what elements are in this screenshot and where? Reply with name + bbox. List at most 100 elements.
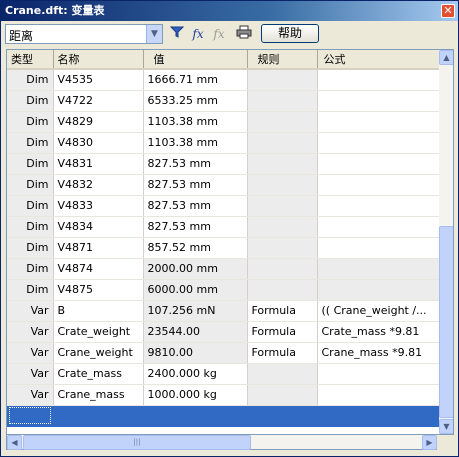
table-row[interactable]: Var Crate_weight 23544.00 Formula Crate_mass… [7, 321, 440, 343]
cell-rule[interactable]: Formula [247, 321, 318, 343]
cell-name[interactable]: V4875 [53, 279, 144, 301]
table-row[interactable]: Dim V4871 857.52 mm [7, 237, 440, 259]
cell-rule[interactable] [247, 69, 318, 91]
scroll-up-icon[interactable]: ▲ [439, 50, 453, 65]
vertical-scroll-thumb[interactable] [439, 226, 453, 418]
cell-name[interactable]: V4829 [53, 111, 144, 133]
cell-rule[interactable] [247, 405, 318, 427]
cell-formula[interactable] [317, 279, 440, 301]
cell-value[interactable]: 827.53 mm [143, 216, 248, 238]
cell-name[interactable]: Crane_mass [53, 384, 144, 406]
cell-name[interactable]: V4832 [53, 174, 144, 196]
column-header-formula[interactable]: 公式 [317, 50, 440, 70]
column-header-rule[interactable]: 规则 [247, 50, 318, 70]
filter-icon[interactable] [167, 25, 187, 43]
cell-name[interactable]: V4535 [53, 69, 144, 91]
table-row[interactable]: Var Crane_weight 9810.00 Formula Crane_mass … [7, 342, 440, 364]
cell-formula[interactable] [317, 237, 440, 259]
cell-formula[interactable]: Crane_mass *9.81 [317, 342, 440, 364]
cell-name[interactable]: V4833 [53, 195, 144, 217]
cell-value[interactable]: 6000.00 mm [143, 279, 248, 301]
cell-rule[interactable] [247, 195, 318, 217]
cell-name[interactable]: B [53, 300, 144, 322]
print-icon[interactable] [234, 25, 254, 43]
cell-name[interactable]: V4874 [53, 258, 144, 280]
cell-rule[interactable] [247, 363, 318, 385]
cell-formula[interactable]: Crate_mass *9.81 [317, 321, 440, 343]
fx-disabled-icon[interactable]: fx [209, 25, 229, 43]
cell-rule[interactable] [247, 153, 318, 175]
table-row[interactable]: Dim V4829 1103.38 mm [7, 111, 440, 133]
vertical-scrollbar[interactable]: ▲ ▼ [439, 50, 453, 434]
cell-formula[interactable] [317, 363, 440, 385]
cell-name[interactable]: V4834 [53, 216, 144, 238]
cell-value[interactable]: 107.256 mN [143, 300, 248, 322]
cell-rule[interactable] [247, 237, 318, 259]
table-row[interactable]: Dim V4535 1666.71 mm [7, 69, 440, 91]
table-row[interactable]: Dim V4832 827.53 mm [7, 174, 440, 196]
fx-formula-icon[interactable]: fx [188, 25, 208, 43]
cell-formula[interactable] [317, 90, 440, 112]
cell-name[interactable]: V4830 [53, 132, 144, 154]
cell-rule[interactable] [247, 174, 318, 196]
cell-value[interactable]: 23544.00 [143, 321, 248, 343]
chevron-down-icon[interactable]: ▼ [146, 25, 162, 43]
table-row[interactable]: Dim V4833 827.53 mm [7, 195, 440, 217]
cell-formula[interactable] [317, 132, 440, 154]
cell-rule[interactable] [247, 132, 318, 154]
table-row[interactable]: Var B 107.256 mN Formula(( Crane_weight /..… [7, 300, 440, 322]
cell-name[interactable]: V4831 [53, 153, 144, 175]
cell-value[interactable]: 1666.71 mm [143, 69, 248, 91]
table-row[interactable]: Dim V4874 2000.00 mm [7, 258, 440, 280]
close-button[interactable]: ✕ [441, 4, 455, 18]
cell-rule[interactable]: Formula [247, 300, 318, 322]
scroll-left-icon[interactable]: ◀ [7, 435, 22, 450]
cell-name[interactable]: Crane_weight [53, 342, 144, 364]
cell-value[interactable]: 9810.00 [143, 342, 248, 364]
help-button[interactable]: 帮助 [261, 24, 319, 43]
cell-rule[interactable] [247, 216, 318, 238]
cell-formula[interactable] [317, 153, 440, 175]
cell-name[interactable]: Crate_weight [53, 321, 144, 343]
cell-rule[interactable] [247, 111, 318, 133]
cell-formula[interactable] [317, 384, 440, 406]
cell-value[interactable]: 1103.38 mm [143, 111, 248, 133]
cell-value[interactable]: 2400.000 kg [143, 363, 248, 385]
cell-formula[interactable] [317, 405, 440, 427]
cell-rule[interactable] [247, 279, 318, 301]
scroll-right-icon[interactable]: ▶ [422, 435, 437, 450]
cell-value[interactable]: 1103.38 mm [143, 132, 248, 154]
table-row[interactable]: Dim V4830 1103.38 mm [7, 132, 440, 154]
cell-value[interactable]: 1000.000 kg [143, 384, 248, 406]
horizontal-scrollbar[interactable]: ◀ ||| ▶ [6, 435, 437, 450]
filter-dropdown[interactable]: 距离 ▼ [5, 24, 163, 44]
cell-value[interactable]: 827.53 mm [143, 174, 248, 196]
cell-formula[interactable] [317, 258, 440, 280]
cell-type[interactable] [7, 405, 54, 427]
cell-formula[interactable] [317, 195, 440, 217]
cell-rule[interactable] [247, 258, 318, 280]
table-row[interactable]: Var Crane_mass 1000.000 kg [7, 384, 440, 406]
table-row[interactable]: Dim V4722 6533.25 mm [7, 90, 440, 112]
cell-formula[interactable] [317, 174, 440, 196]
cell-name[interactable]: V4871 [53, 237, 144, 259]
cell-formula[interactable] [317, 216, 440, 238]
cell-formula[interactable] [317, 111, 440, 133]
cell-value[interactable]: 2000.00 mm [143, 258, 248, 280]
cell-name[interactable]: V4722 [53, 90, 144, 112]
cell-formula[interactable]: (( Crane_weight /... [317, 300, 440, 322]
cell-name[interactable] [53, 405, 144, 427]
cell-name[interactable]: Crate_mass [53, 363, 144, 385]
new-row-selected[interactable] [7, 405, 440, 427]
cell-formula[interactable] [317, 69, 440, 91]
cell-value[interactable] [143, 405, 248, 427]
table-row[interactable]: Dim V4831 827.53 mm [7, 153, 440, 175]
table-row[interactable]: Dim V4875 6000.00 mm [7, 279, 440, 301]
cell-value[interactable]: 827.53 mm [143, 153, 248, 175]
column-header-type[interactable]: 类型 [7, 50, 54, 70]
table-row[interactable]: Dim V4834 827.53 mm [7, 216, 440, 238]
column-header-value[interactable]: 值 [143, 50, 248, 70]
table-row[interactable]: Var Crate_mass 2400.000 kg [7, 363, 440, 385]
column-header-name[interactable]: 名称 [53, 50, 144, 70]
cell-rule[interactable] [247, 384, 318, 406]
